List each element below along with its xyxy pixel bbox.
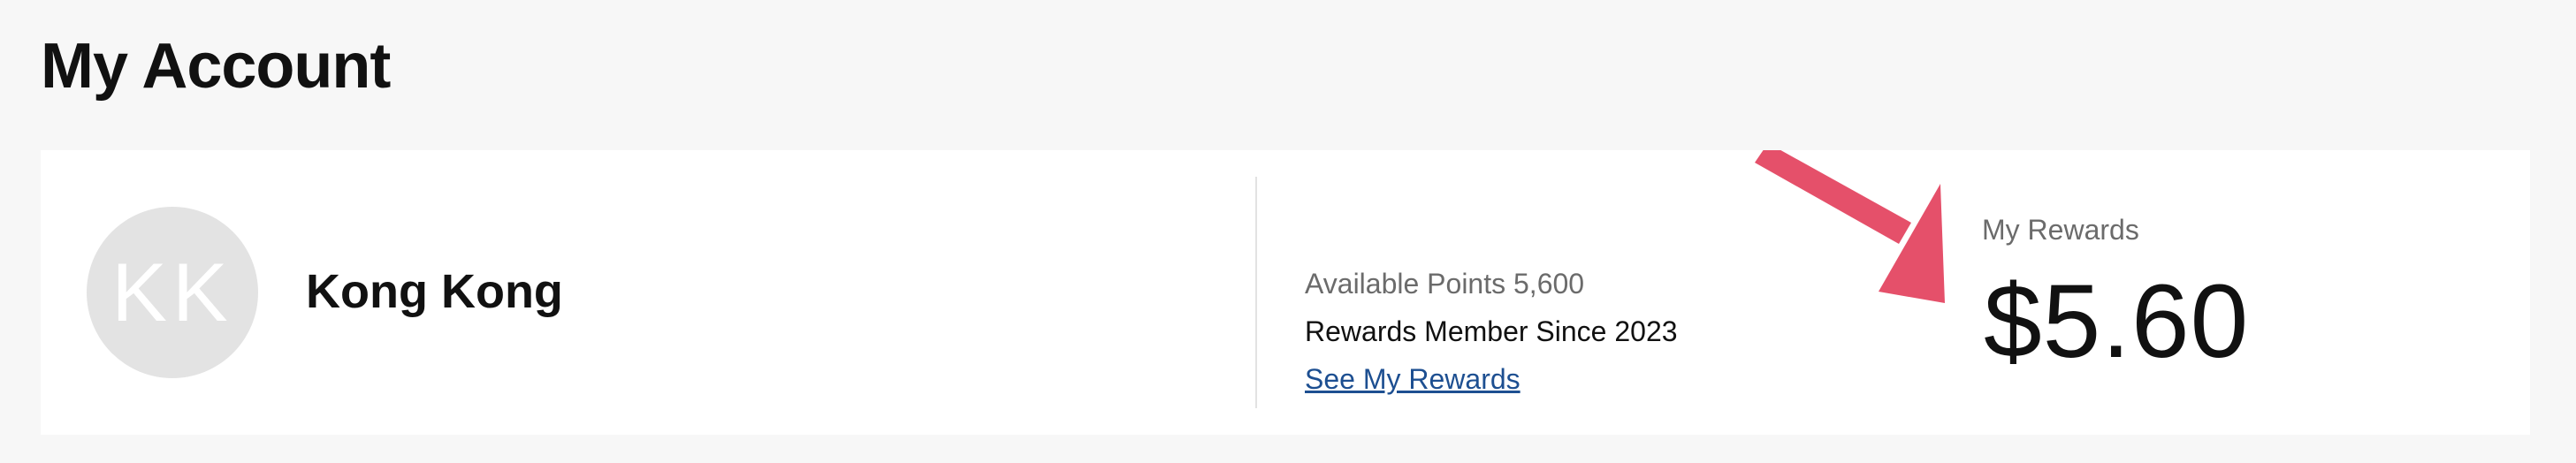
see-my-rewards-link[interactable]: See My Rewards xyxy=(1305,355,1520,403)
annotation-arrow-icon xyxy=(1755,150,1945,303)
account-summary-card: KK Kong Kong Available Points 5,600 Rewa… xyxy=(41,150,2530,435)
rewards-value: $5.60 xyxy=(1984,263,2250,380)
my-account-page: My Account KK Kong Kong Available Points… xyxy=(0,0,2576,463)
member-since-text: Rewards Member Since 2023 xyxy=(1305,315,1678,347)
card-divider xyxy=(1255,177,1257,408)
user-name: Kong Kong xyxy=(306,265,563,318)
page-title: My Account xyxy=(41,31,391,102)
avatar-initials: KK xyxy=(111,246,233,338)
avatar: KK xyxy=(87,207,258,378)
